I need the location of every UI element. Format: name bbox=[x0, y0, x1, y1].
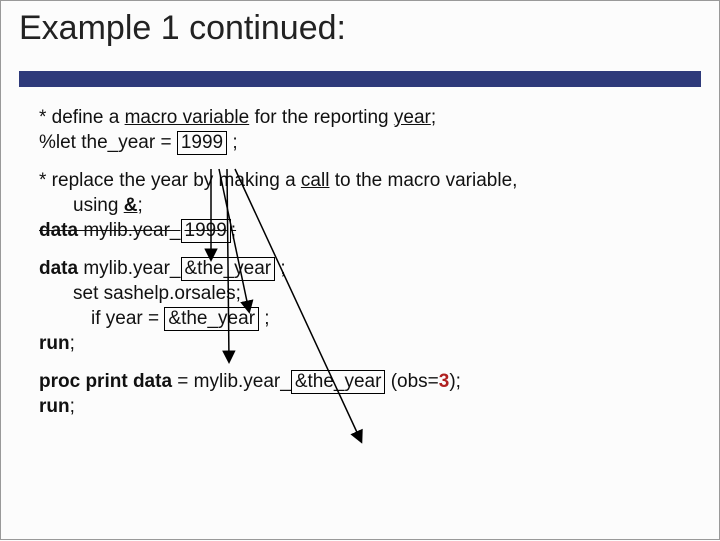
keyword: data bbox=[39, 258, 78, 279]
text-bold-underline: & bbox=[124, 195, 138, 216]
text: ; bbox=[70, 396, 75, 417]
line-10: run; bbox=[39, 395, 689, 420]
text: ; bbox=[275, 258, 286, 279]
text: * define a bbox=[39, 107, 125, 128]
text: mylib.year_ bbox=[78, 258, 180, 279]
text: = mylib.year_ bbox=[172, 371, 291, 392]
line-7: if year = &the_year ; bbox=[91, 307, 689, 332]
keyword: proc print data bbox=[39, 371, 172, 392]
para-replace: * replace the year by making a call to t… bbox=[39, 169, 689, 243]
text: set sashelp.orsales; bbox=[73, 283, 241, 304]
line-6: set sashelp.orsales; bbox=[73, 282, 689, 307]
title-underline bbox=[19, 71, 701, 87]
text-underline: call bbox=[301, 170, 330, 191]
text-underline: year bbox=[394, 107, 431, 128]
line-4: data mylib.year_1999; bbox=[39, 219, 689, 244]
text-underline: macro variable bbox=[125, 107, 250, 128]
para-define: * define a macro variable for the report… bbox=[39, 106, 689, 155]
line-5: data mylib.year_&the_year ; bbox=[39, 257, 689, 282]
boxed-value: &the_year bbox=[291, 370, 386, 394]
text: %let the_year = bbox=[39, 132, 177, 153]
text: mylib.year_ bbox=[78, 220, 180, 241]
slide-title: Example 1 continued: bbox=[19, 9, 701, 54]
keyword: run bbox=[39, 333, 70, 354]
text: ; bbox=[137, 195, 142, 216]
text: for the reporting bbox=[249, 107, 394, 128]
keyword: run bbox=[39, 396, 70, 417]
line-9: proc print data = mylib.year_&the_year (… bbox=[39, 370, 689, 395]
boxed-value: 1999 bbox=[177, 131, 227, 155]
text: ; bbox=[259, 308, 270, 329]
number: 3 bbox=[439, 371, 450, 392]
text: to the macro variable, bbox=[329, 170, 517, 191]
line-8: run; bbox=[39, 332, 689, 357]
text: ; bbox=[431, 107, 436, 128]
line-1: * define a macro variable for the report… bbox=[39, 106, 689, 131]
text: ; bbox=[231, 220, 236, 241]
line-2: %let the_year = 1999 ; bbox=[39, 131, 689, 156]
text: ; bbox=[70, 333, 75, 354]
text: if year = bbox=[91, 308, 164, 329]
text: using bbox=[73, 195, 124, 216]
text: (obs= bbox=[385, 371, 438, 392]
keyword: data bbox=[39, 220, 78, 241]
boxed-value: &the_year bbox=[181, 257, 276, 281]
line-3b: using &; bbox=[73, 194, 689, 219]
boxed-strike: 1999 bbox=[181, 219, 231, 243]
slide: Example 1 continued: * define a macro va… bbox=[0, 0, 720, 540]
slide-content: * define a macro variable for the report… bbox=[39, 106, 689, 434]
title-area: Example 1 continued: bbox=[19, 9, 701, 54]
text: ; bbox=[227, 132, 238, 153]
para-data: data mylib.year_&the_year ; set sashelp.… bbox=[39, 257, 689, 356]
text: * replace the year by making a bbox=[39, 170, 301, 191]
para-proc: proc print data = mylib.year_&the_year (… bbox=[39, 370, 689, 419]
line-3: * replace the year by making a call to t… bbox=[39, 169, 689, 194]
text: ); bbox=[449, 371, 461, 392]
boxed-value: &the_year bbox=[164, 307, 259, 331]
